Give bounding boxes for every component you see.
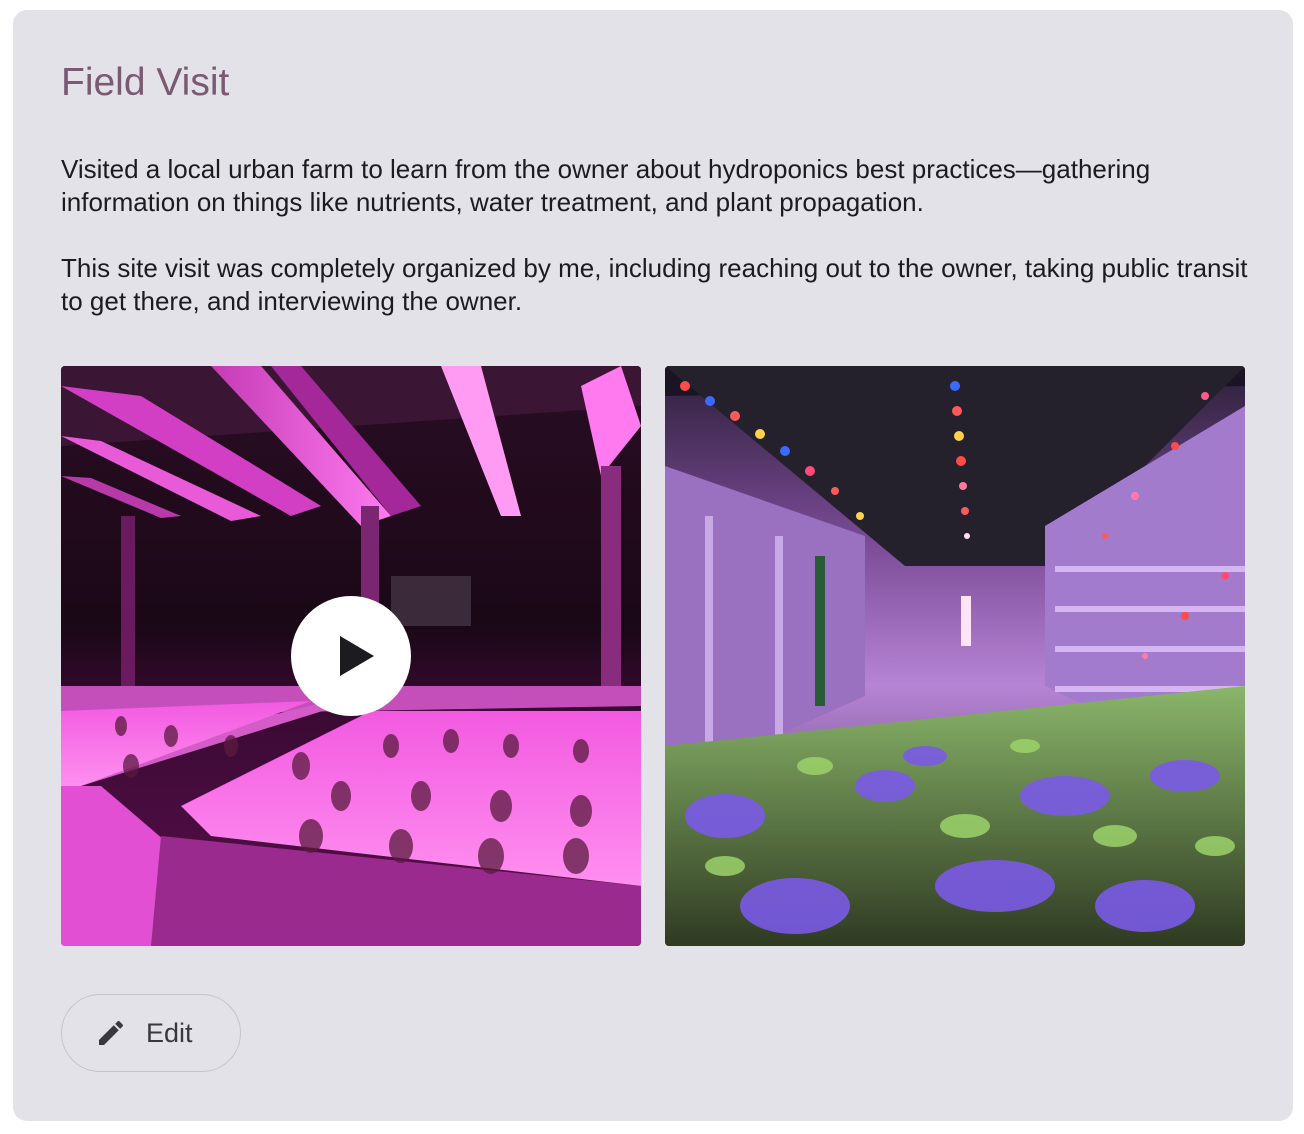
edit-button-label: Edit	[146, 1017, 193, 1048]
edit-button[interactable]: Edit	[61, 994, 241, 1072]
vertical-farm-photo[interactable]	[665, 366, 1245, 946]
description-paragraph-2: This site visit was completely organized…	[61, 253, 1248, 316]
play-button[interactable]	[291, 596, 411, 716]
description-paragraph-1: Visited a local urban farm to learn from…	[61, 154, 1151, 217]
pencil-icon	[99, 1020, 124, 1045]
field-visit-card: Field Visit Visited a local urban farm t…	[13, 10, 1293, 1121]
card-title: Field Visit	[61, 61, 230, 104]
vertical-farm-image	[665, 366, 1245, 946]
video-thumbnail[interactable]	[61, 366, 641, 946]
play-icon	[340, 636, 374, 676]
